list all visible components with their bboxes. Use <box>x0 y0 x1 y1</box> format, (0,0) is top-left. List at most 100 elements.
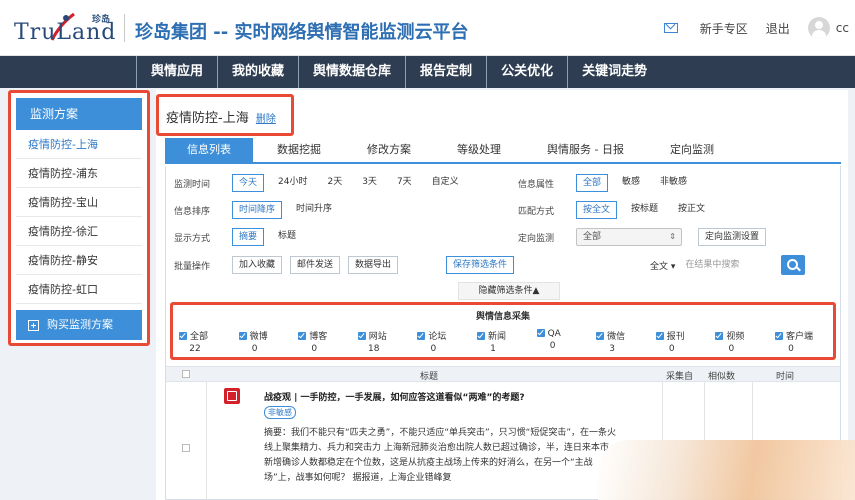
source-client[interactable]: 客户端 0 <box>774 329 831 354</box>
source-news[interactable]: 新闻 1 <box>476 329 533 354</box>
search-mode-select[interactable]: 全文 ▾ <box>650 259 675 272</box>
source-weibo[interactable]: 微博 0 <box>238 329 295 354</box>
checkbox-icon <box>715 332 724 340</box>
col-divider <box>206 382 207 500</box>
search-input[interactable]: 在结果中搜索 <box>681 256 781 274</box>
tab-data-mining[interactable]: 数据挖掘 <box>255 138 343 162</box>
source-newspaper[interactable]: 报刊 0 <box>655 329 712 354</box>
nav-item-pr[interactable]: 公关优化 <box>486 56 567 88</box>
source-wechat[interactable]: 微信 3 <box>596 329 652 354</box>
source-label: 论坛 <box>428 332 447 342</box>
source-qa[interactable]: QA 0 <box>536 329 593 354</box>
delete-link[interactable]: 删除 <box>256 114 276 125</box>
plan-title-box: 疫情防控-上海 删除 <box>156 94 294 136</box>
source-video[interactable]: 视频 0 <box>715 329 771 354</box>
time-custom[interactable]: 自定义 <box>426 174 465 192</box>
time-7d[interactable]: 7天 <box>391 174 418 192</box>
display-title[interactable]: 标题 <box>272 228 302 246</box>
attr-sensitive[interactable]: 敏感 <box>616 174 646 192</box>
email-send-button[interactable]: 邮件发送 <box>290 256 341 274</box>
buy-plan-button[interactable]: 购买监测方案 <box>16 310 142 340</box>
sidebar-item-jingan[interactable]: 疫情防控-静安 <box>16 246 142 275</box>
match-title[interactable]: 按标题 <box>625 201 664 219</box>
source-label: QA <box>547 329 561 339</box>
sort-desc[interactable]: 时间降序 <box>232 201 283 219</box>
col-time: 时间 <box>776 372 795 382</box>
sort-label: 信息排序 <box>174 206 211 217</box>
checkbox-icon <box>179 332 187 340</box>
mail-icon[interactable] <box>663 23 678 33</box>
add-favorite-button[interactable]: 加入收藏 <box>232 256 283 274</box>
nav-item-keyword-trend[interactable]: 关键词走势 <box>567 56 661 88</box>
sidebar-item-hongkou[interactable]: 疫情防控-虹口 <box>16 275 142 304</box>
top-right-links: 新手专区 退出 cc <box>663 16 855 40</box>
directed-select[interactable]: 全部 ⇕ <box>576 228 682 246</box>
source-label: 网站 <box>368 332 387 342</box>
sort-asc[interactable]: 时间升序 <box>290 201 338 219</box>
batch-label: 批量操作 <box>174 261 211 272</box>
sidebar-item-xuhui[interactable]: 疫情防控-徐汇 <box>16 217 142 246</box>
avatar[interactable] <box>807 17 830 39</box>
result-search: 全文 ▾ 在结果中搜索 <box>650 255 806 275</box>
display-summary[interactable]: 摘要 <box>232 228 265 246</box>
sidebar-item-pudong[interactable]: 疫情防控-浦东 <box>16 159 142 188</box>
select-all-checkbox[interactable] <box>182 370 190 378</box>
source-blog[interactable]: 博客 0 <box>298 329 354 354</box>
top-bar: TruLand 珍岛 珍岛集团 -- 实时网络舆情智能监测云平台 新手专区 退出… <box>0 0 855 56</box>
main-nav: 舆情应用 我的收藏 舆情数据仓库 报告定制 公关优化 关键词走势 <box>0 56 855 88</box>
truland-logo[interactable]: TruLand 珍岛 <box>14 10 116 46</box>
export-button[interactable]: 数据导出 <box>348 256 399 274</box>
directed-settings-button[interactable]: 定向监测设置 <box>698 228 767 246</box>
time-24h[interactable]: 24小时 <box>272 174 313 192</box>
source-forum[interactable]: 论坛 0 <box>417 329 473 354</box>
source-website[interactable]: 网站 18 <box>357 329 414 354</box>
tab-info-list[interactable]: 信息列表 <box>165 138 253 162</box>
nav-item-reports[interactable]: 报告定制 <box>405 56 486 88</box>
watermark-overlay <box>598 440 855 500</box>
source-count: 3 <box>609 344 616 354</box>
plan-title: 疫情防控-上海 <box>166 111 249 126</box>
source-label: 报刊 <box>666 332 685 342</box>
hide-filter-toggle[interactable]: 隐藏筛选条件▲ <box>458 282 560 300</box>
save-filter-button[interactable]: 保存筛选条件 <box>446 256 515 274</box>
search-icon[interactable] <box>781 255 806 275</box>
checkbox-icon <box>238 332 247 340</box>
username[interactable]: cc <box>836 21 849 35</box>
tab-edit-plan[interactable]: 修改方案 <box>345 138 433 162</box>
match-body[interactable]: 按正文 <box>672 201 711 219</box>
logout-link[interactable]: 退出 <box>766 20 790 37</box>
sidebar-title: 监测方案 <box>16 98 142 130</box>
tab-directed-monitor[interactable]: 定向监测 <box>648 138 736 162</box>
plus-icon <box>28 319 39 331</box>
source-count: 0 <box>430 344 437 354</box>
article-summary: 摘要：我们不能只有“匹夫之勇”，不能只适应“单兵突击”，只习惯“短促突击”，在一… <box>264 428 616 483</box>
filter-attr: 信息属性 全部 敏感 非敏感 <box>518 174 701 192</box>
status-badge: 非敏感 <box>264 406 296 419</box>
nav-item-favorites[interactable]: 我的收藏 <box>217 56 298 88</box>
nav-item-sentiment-apps[interactable]: 舆情应用 <box>136 56 217 88</box>
source-label: 新闻 <box>487 332 506 342</box>
match-full[interactable]: 按全文 <box>576 201 618 219</box>
newbie-link[interactable]: 新手专区 <box>700 20 748 37</box>
display-label: 显示方式 <box>174 233 211 244</box>
tab-level[interactable]: 等级处理 <box>435 138 523 162</box>
source-all[interactable]: 全部 22 <box>179 329 235 354</box>
time-2d[interactable]: 2天 <box>321 174 348 192</box>
checkbox-icon <box>655 332 664 340</box>
sidebar-item-shanghai[interactable]: 疫情防控-上海 <box>16 130 142 159</box>
attr-all[interactable]: 全部 <box>576 174 609 192</box>
source-count: 0 <box>549 341 556 351</box>
source-count: 0 <box>668 344 675 354</box>
time-3d[interactable]: 3天 <box>356 174 383 192</box>
row-checkbox[interactable] <box>182 444 190 452</box>
sidebar-item-baoshan[interactable]: 疫情防控-宝山 <box>16 188 142 217</box>
attr-nonsensitive[interactable]: 非敏感 <box>654 174 693 192</box>
source-label: 微信 <box>607 332 626 342</box>
nav-item-data-warehouse[interactable]: 舆情数据仓库 <box>298 56 405 88</box>
tab-daily-report[interactable]: 舆情服务 - 日报 <box>525 138 646 162</box>
time-today[interactable]: 今天 <box>232 174 265 192</box>
article-title[interactable]: 战疫观 | 一手防控，一手发展，如何应答这道看似“两难”的考题? <box>264 390 525 403</box>
checkbox-icon <box>476 332 485 340</box>
news-site-logo-icon <box>224 388 240 404</box>
source-label: 博客 <box>309 332 328 342</box>
